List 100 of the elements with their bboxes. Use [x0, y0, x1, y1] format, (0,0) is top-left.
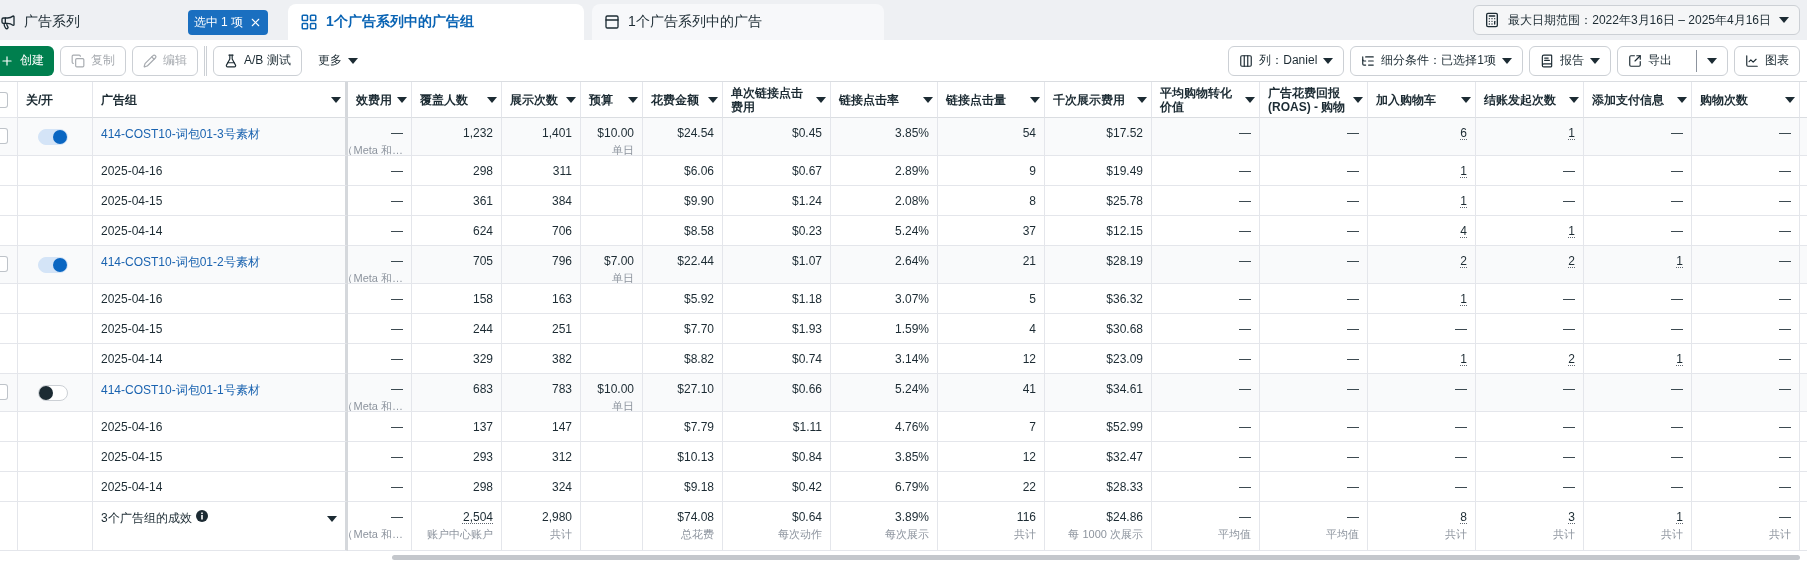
toolbar-button[interactable]: 图表 — [1734, 45, 1800, 76]
row-date: 2025-04-16 — [101, 292, 163, 306]
count-link[interactable]: 6 — [1460, 126, 1467, 140]
count-link[interactable]: 2 — [1568, 254, 1575, 268]
cell-text: 4.76% — [894, 420, 929, 434]
cell-text: — — [1671, 126, 1683, 140]
cell-text: — — [1563, 292, 1575, 306]
cell-text: — — [1239, 352, 1251, 366]
checkbox[interactable] — [0, 384, 8, 400]
count-link[interactable]: 1 — [1460, 292, 1467, 306]
cell-text: — — [1671, 164, 1683, 178]
cell-text: 683 — [472, 382, 493, 396]
count-link[interactable]: 1 — [1676, 254, 1683, 268]
cell-text: — — [1563, 420, 1575, 434]
toggle-switch[interactable] — [38, 129, 68, 145]
cell-text: 9 — [1029, 164, 1036, 178]
cell-text: 21 — [1022, 254, 1036, 268]
date-range-button[interactable]: 最大日期范围：2022年3月16日 – 2025年4月16日 — [1473, 5, 1800, 35]
cell-text: 1.59% — [894, 322, 929, 336]
count-link[interactable]: 1 — [1676, 510, 1683, 524]
cell-text: — — [1239, 450, 1251, 464]
checkbox[interactable] — [0, 92, 8, 108]
caret-icon — [327, 516, 337, 522]
cell-text: $0.74 — [791, 352, 822, 366]
cell-text: $74.08 — [677, 510, 714, 524]
scrollbar[interactable] — [392, 555, 1800, 560]
cell-text: 5.24% — [894, 224, 929, 238]
cell-text: — — [1347, 352, 1359, 366]
export-icon — [1628, 53, 1642, 68]
cell-text: $0.67 — [791, 164, 822, 178]
cell-subtext: 单日 — [612, 271, 634, 283]
cell-text: 7 — [1029, 420, 1036, 434]
checkbox[interactable] — [0, 256, 8, 272]
ad-set-link[interactable]: 414-COST10-词包01-3号素材 — [101, 126, 260, 143]
tab[interactable]: 1个广告系列中的广告组 — [288, 4, 584, 40]
caret-icon — [1779, 17, 1789, 23]
toolbar-button[interactable]: 报告 — [1529, 45, 1611, 76]
ad-set-link[interactable]: 414-COST10-词包01-2号素材 — [101, 254, 260, 271]
cell-text: 783 — [551, 382, 572, 396]
cell-text: — — [1347, 322, 1359, 336]
count-link[interactable]: 2,504 — [462, 510, 493, 524]
cell-text: 706 — [551, 224, 572, 238]
cell-text: 147 — [551, 420, 572, 434]
pencil-icon — [143, 53, 157, 68]
cell-text: — — [1347, 480, 1359, 494]
cell-text: 2,980 — [541, 510, 572, 524]
cell-text: $7.79 — [683, 420, 714, 434]
count-link[interactable]: 2 — [1568, 352, 1575, 366]
summary-title: 3个广告组的成效 — [101, 510, 192, 527]
cell-subtext: 平均值 — [1326, 527, 1359, 542]
breakdown-icon — [1361, 53, 1376, 68]
row-date: 2025-04-14 — [101, 352, 163, 366]
toolbar-button[interactable]: 创建 — [0, 45, 54, 76]
cell-text: $9.90 — [683, 194, 714, 208]
ad-set-link[interactable]: 414-COST10-词包01-1号素材 — [101, 382, 260, 399]
table-cell — [0, 472, 18, 502]
count-link[interactable]: 2 — [1460, 254, 1467, 268]
cell-text: — — [1779, 224, 1791, 238]
caret-icon — [923, 96, 933, 103]
checkbox[interactable] — [0, 128, 8, 144]
toolbar-button[interactable]: 列：Daniel — [1228, 45, 1345, 76]
selection-badge[interactable]: 选中 1 项 — [187, 9, 268, 35]
toggle-switch[interactable] — [38, 257, 68, 273]
count-link[interactable]: 1 — [1460, 164, 1467, 178]
cell-text: 384 — [551, 194, 572, 208]
count-link[interactable]: 1 — [1676, 352, 1683, 366]
cell-text: — — [1239, 292, 1251, 306]
cell-text: 2.08% — [894, 194, 929, 208]
count-link[interactable]: 1 — [1568, 126, 1575, 140]
cell-text: $0.42 — [791, 480, 822, 494]
cell-text: $52.99 — [1106, 420, 1143, 434]
cell-text: 3.85% — [894, 126, 929, 140]
count-link[interactable]: 1 — [1568, 224, 1575, 238]
toggle-switch[interactable] — [38, 385, 68, 401]
cell-text: $19.49 — [1106, 164, 1143, 178]
caret-icon — [816, 96, 826, 103]
cell-text: $28.33 — [1106, 480, 1143, 494]
count-link[interactable]: 8 — [1460, 510, 1467, 524]
cell-text: — — [1239, 510, 1251, 524]
flask-icon — [224, 53, 238, 68]
count-link[interactable]: 1 — [1460, 352, 1467, 366]
toolbar-button[interactable]: 导出 — [1617, 45, 1728, 76]
count-link[interactable]: 4 — [1460, 224, 1467, 238]
row-date: 2025-04-16 — [101, 164, 163, 178]
cell-text: 244 — [472, 322, 493, 336]
tab[interactable]: 广告系列 选中 1 项 — [0, 4, 280, 40]
row-date: 2025-04-16 — [101, 420, 163, 434]
cell-text: — — [1779, 480, 1791, 494]
toolbar-button[interactable]: 细分条件：已选择1项 — [1350, 45, 1523, 76]
cell-text: $10.00 — [597, 382, 634, 396]
cell-text: $8.58 — [683, 224, 714, 238]
count-link[interactable]: 3 — [1568, 510, 1575, 524]
cell-text: 2.89% — [894, 164, 929, 178]
cell-text: — — [1239, 480, 1251, 494]
toolbar-button[interactable]: A/B 测试 — [213, 45, 302, 76]
cell-text: — — [1563, 480, 1575, 494]
cell-text: — — [1671, 292, 1683, 306]
tab[interactable]: 1个广告系列中的广告 — [592, 4, 884, 40]
cell-text: 382 — [551, 352, 572, 366]
count-link[interactable]: 1 — [1460, 194, 1467, 208]
